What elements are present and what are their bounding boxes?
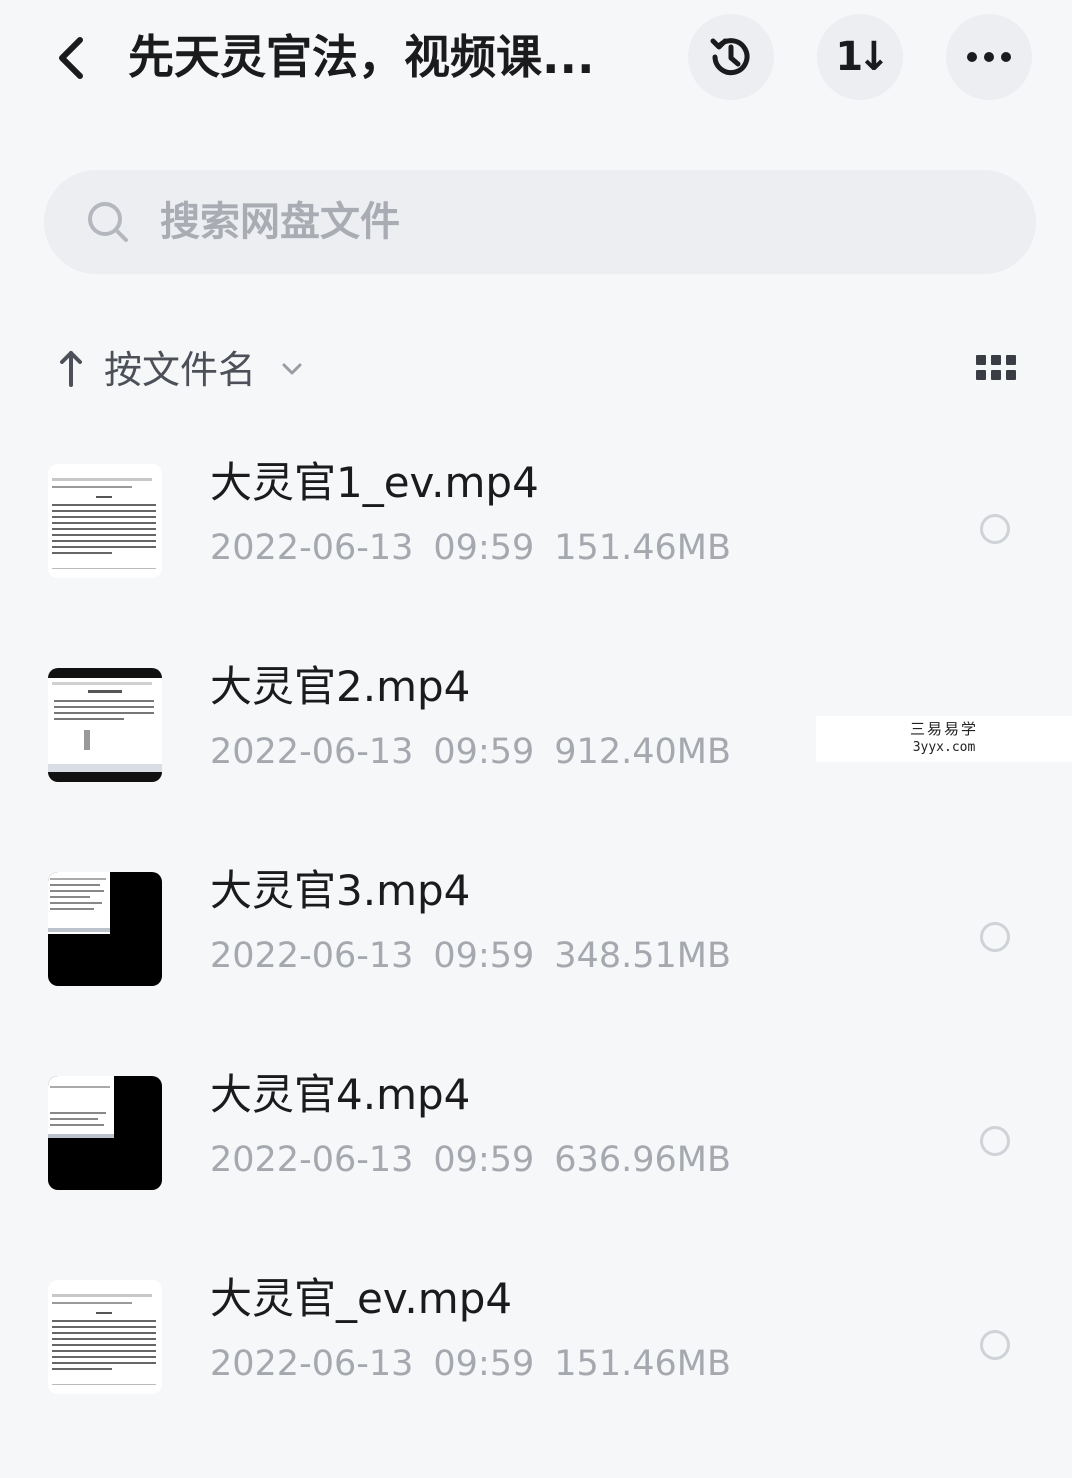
top-bar: 先天灵官法，视频课... 1↓ xyxy=(0,0,1072,115)
file-date: 2022-06-13 xyxy=(210,732,414,772)
file-date: 2022-06-13 xyxy=(210,1140,414,1180)
file-row[interactable]: 大灵官3.mp4 2022-06-13 09:59 348.51MB xyxy=(0,836,1072,1040)
file-time: 09:59 xyxy=(433,732,535,772)
file-name: 大灵官4.mp4 xyxy=(210,1070,471,1119)
chevron-down-icon[interactable] xyxy=(280,357,304,381)
grid-view-icon[interactable] xyxy=(976,355,1016,385)
chevron-left-icon xyxy=(59,37,83,79)
file-meta: 2022-06-13 09:59 636.96MB xyxy=(210,1132,731,1188)
file-size: 348.51MB xyxy=(554,936,731,976)
history-clock-icon xyxy=(710,38,750,76)
video-thumbnail xyxy=(48,872,162,986)
file-meta: 2022-06-13 09:59 151.46MB xyxy=(210,520,731,576)
more-dots-icon xyxy=(967,52,1011,62)
sort-order-button[interactable]: 1↓ xyxy=(817,14,903,100)
watermark-url: 3yyx.com xyxy=(912,740,976,755)
select-checkbox[interactable] xyxy=(980,1330,1010,1360)
file-date: 2022-06-13 xyxy=(210,936,414,976)
file-row[interactable]: 大灵官1_ev.mp4 2022-06-13 09:59 151.46MB xyxy=(0,428,1072,632)
sort-bar: 按文件名 xyxy=(0,335,1072,405)
file-size: 151.46MB xyxy=(554,528,731,568)
file-date: 2022-06-13 xyxy=(210,528,414,568)
watermark: 三易易学 3yyx.com xyxy=(816,716,1072,762)
sort-order-icon: 1↓ xyxy=(835,34,890,80)
select-checkbox[interactable] xyxy=(980,1126,1010,1156)
search-placeholder: 搜索网盘文件 xyxy=(160,199,400,245)
search-input[interactable]: 搜索网盘文件 xyxy=(44,170,1036,274)
file-size: 912.40MB xyxy=(554,732,731,772)
page-title: 先天灵官法，视频课... xyxy=(128,30,595,84)
video-thumbnail xyxy=(48,1076,162,1190)
select-checkbox[interactable] xyxy=(980,514,1010,544)
arrow-up-icon xyxy=(60,351,82,387)
file-meta: 2022-06-13 09:59 912.40MB xyxy=(210,724,731,780)
file-time: 09:59 xyxy=(433,528,535,568)
file-list-screen: 先天灵官法，视频课... 1↓ 搜索网盘文件 按文件名 大灵官1_ev.mp4 … xyxy=(0,0,1072,1478)
file-time: 09:59 xyxy=(433,1344,535,1384)
file-meta: 2022-06-13 09:59 348.51MB xyxy=(210,928,731,984)
file-time: 09:59 xyxy=(433,1140,535,1180)
search-icon xyxy=(88,202,128,242)
file-row[interactable]: 大灵官4.mp4 2022-06-13 09:59 636.96MB xyxy=(0,1040,1072,1244)
history-button[interactable] xyxy=(688,14,774,100)
file-name: 大灵官1_ev.mp4 xyxy=(210,458,539,507)
file-name: 大灵官3.mp4 xyxy=(210,866,471,915)
file-time: 09:59 xyxy=(433,936,535,976)
video-thumbnail xyxy=(48,668,162,782)
file-row[interactable]: 大灵官_ev.mp4 2022-06-13 09:59 151.46MB xyxy=(0,1244,1072,1448)
back-button[interactable] xyxy=(42,28,102,88)
file-name: 大灵官2.mp4 xyxy=(210,662,471,711)
video-thumbnail xyxy=(48,464,162,578)
sort-by-name-dropdown[interactable]: 按文件名 xyxy=(104,340,256,400)
file-meta: 2022-06-13 09:59 151.46MB xyxy=(210,1336,731,1392)
file-size: 151.46MB xyxy=(554,1344,731,1384)
file-date: 2022-06-13 xyxy=(210,1344,414,1384)
select-checkbox[interactable] xyxy=(980,922,1010,952)
file-size: 636.96MB xyxy=(554,1140,731,1180)
video-thumbnail xyxy=(48,1280,162,1394)
watermark-text: 三易易学 xyxy=(909,720,978,738)
more-button[interactable] xyxy=(946,14,1032,100)
file-name: 大灵官_ev.mp4 xyxy=(210,1274,513,1323)
